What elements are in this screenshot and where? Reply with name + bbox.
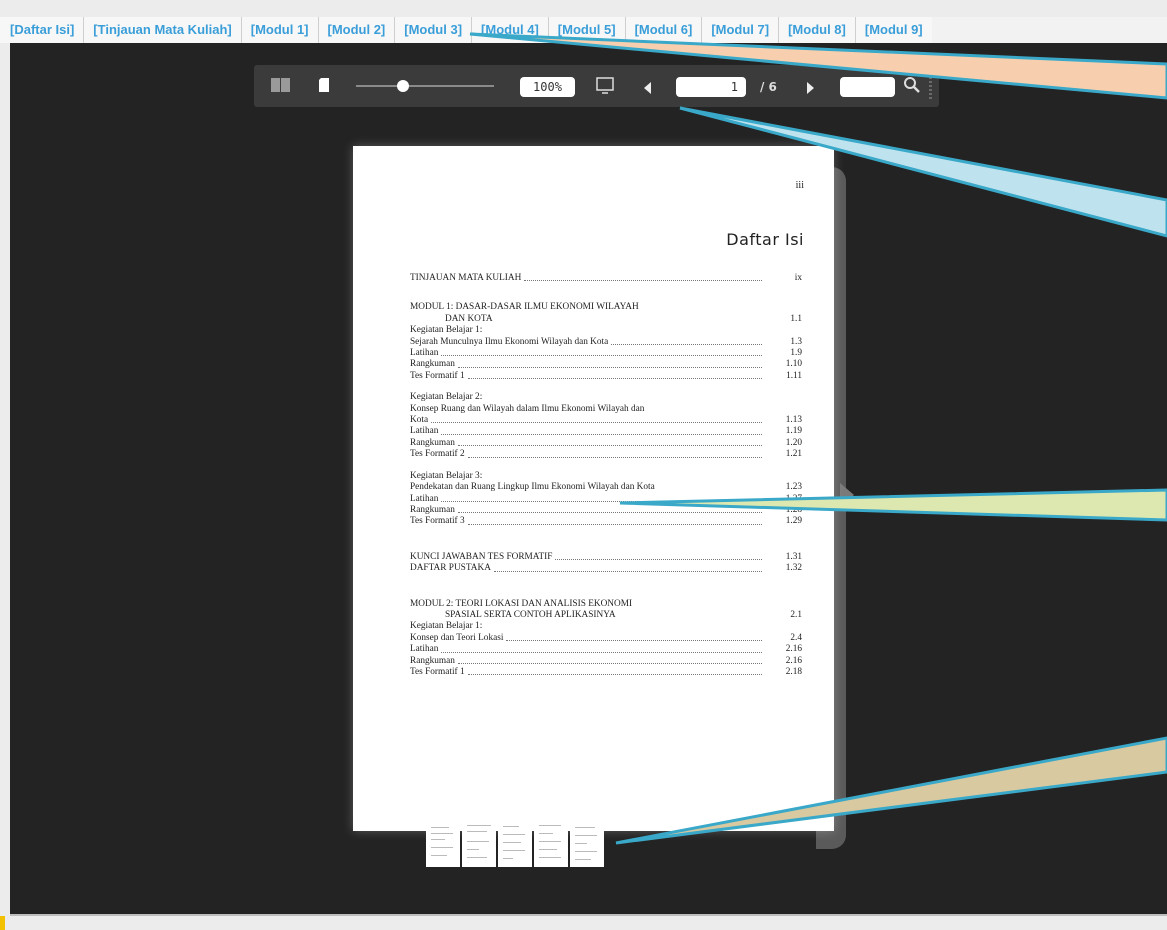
zoom-slider-knob[interactable] [397,80,409,92]
tab-tinjauan-mata-kuliah[interactable]: [Tinjauan Mata Kuliah] [83,17,241,43]
tab-modul-1[interactable]: [Modul 1] [240,17,318,43]
toc-section-heading: Kegiatan Belajar 1: [410,621,483,632]
tab-modul-2[interactable]: [Modul 2] [317,17,395,43]
page-thumbnail-strip [426,819,604,867]
corner-accent [0,916,5,930]
toc-row[interactable]: Kota 1.13 [410,415,802,426]
fullscreen-icon[interactable] [596,77,616,99]
toc-section-heading: Kegiatan Belajar 1: [410,325,483,336]
toc-row[interactable]: Rangkuman 1.10 [410,359,802,370]
toc-row[interactable]: Rangkuman 1.28 [410,505,802,516]
zoom-slider-track[interactable] [356,85,494,87]
toc-row[interactable]: Rangkuman 2.16 [410,656,802,667]
toc-row[interactable]: Tes Formatif 3 1.29 [410,516,802,527]
document-page: iii Daftar Isi TINJAUAN MATA KULIAH ix MO… [353,146,834,831]
page-thumbnail[interactable] [534,819,568,867]
toc-row[interactable]: KUNCI JAWABAN TES FORMATIF 1.31 [410,552,802,563]
page-thumbnail[interactable] [570,819,604,867]
tab-modul-5[interactable]: [Modul 5] [547,17,625,43]
toc-row[interactable]: Latihan 1.9 [410,348,802,359]
tab-modul-3[interactable]: [Modul 3] [394,17,472,43]
page-thumbnail[interactable] [498,819,532,867]
double-page-icon[interactable] [271,77,291,97]
toc-row[interactable]: SPASIAL SERTA CONTOH APLIKASINYA 2.1 [410,610,802,621]
document-viewer: 100% 1 / 6 iii Daftar Isi TINJAUAN MATA … [10,43,1167,916]
tab-daftar-isi[interactable]: [Daftar Isi] [0,17,84,43]
search-icon[interactable] [903,76,921,98]
toc-row[interactable]: DAN KOTA 1.1 [410,314,802,325]
toc-row[interactable]: Latihan 1.19 [410,426,802,437]
zoom-input[interactable]: 100% [520,77,575,97]
page-thumbnail[interactable] [462,819,496,867]
toc-row[interactable]: Tes Formatif 1 1.11 [410,371,802,382]
toolbar-grip[interactable] [929,73,932,99]
toc-row[interactable]: DAFTAR PUSTAKA 1.32 [410,563,802,574]
page-number-label: iii [795,180,804,191]
toc-module-heading[interactable]: MODUL 1: DASAR-DASAR ILMU EKONOMI WILAYA… [410,302,802,313]
tab-modul-6[interactable]: [Modul 6] [624,17,702,43]
toc-row[interactable]: Tes Formatif 2 1.21 [410,449,802,460]
toc-row[interactable]: TINJAUAN MATA KULIAH ix [410,273,802,284]
tab-modul-4[interactable]: [Modul 4] [471,17,548,43]
toc-module-heading[interactable]: MODUL 2: TEORI LOKASI DAN ANALISIS EKONO… [410,599,802,610]
page-total-label: / 6 [760,80,777,94]
table-of-contents: TINJAUAN MATA KULIAH ix MODUL 1: DASAR-DA… [410,273,802,678]
toc-section-heading: Kegiatan Belajar 2: [410,392,483,403]
tab-modul-8[interactable]: [Modul 8] [778,17,855,43]
module-tab-bar: [Daftar Isi] [Tinjauan Mata Kuliah] [Mod… [0,17,1167,43]
page-number-input[interactable]: 1 [676,77,746,97]
tab-modul-7[interactable]: [Modul 7] [701,17,779,43]
toc-row[interactable]: Konsep dan Teori Lokasi 2.4 [410,633,802,644]
toc-row[interactable]: Rangkuman 1.20 [410,438,802,449]
single-page-icon[interactable] [318,77,330,97]
next-page-arrow-icon[interactable] [840,483,854,507]
toc-row[interactable]: Pendekatan dan Ruang Lingkup Ilmu Ekonom… [410,482,802,493]
toc-section-heading: Kegiatan Belajar 3: [410,470,483,481]
toc-row[interactable]: Latihan 1.27 [410,494,802,505]
toc-row[interactable]: Latihan 2.16 [410,644,802,655]
toc-row[interactable]: Sejarah Munculnya Ilmu Ekonomi Wilayah d… [410,337,802,348]
prev-page-icon[interactable] [644,79,652,98]
toc-row-text[interactable]: Konsep Ruang dan Wilayah dalam Ilmu Ekon… [410,404,802,415]
next-page-icon[interactable] [807,79,815,98]
page-thumbnail[interactable] [426,819,460,867]
tab-modul-9[interactable]: [Modul 9] [854,17,932,43]
search-input[interactable] [840,77,895,97]
toc-row[interactable]: Tes Formatif 1 2.18 [410,667,802,678]
page-title: Daftar Isi [726,230,804,249]
viewer-toolbar: 100% 1 / 6 [254,65,939,107]
